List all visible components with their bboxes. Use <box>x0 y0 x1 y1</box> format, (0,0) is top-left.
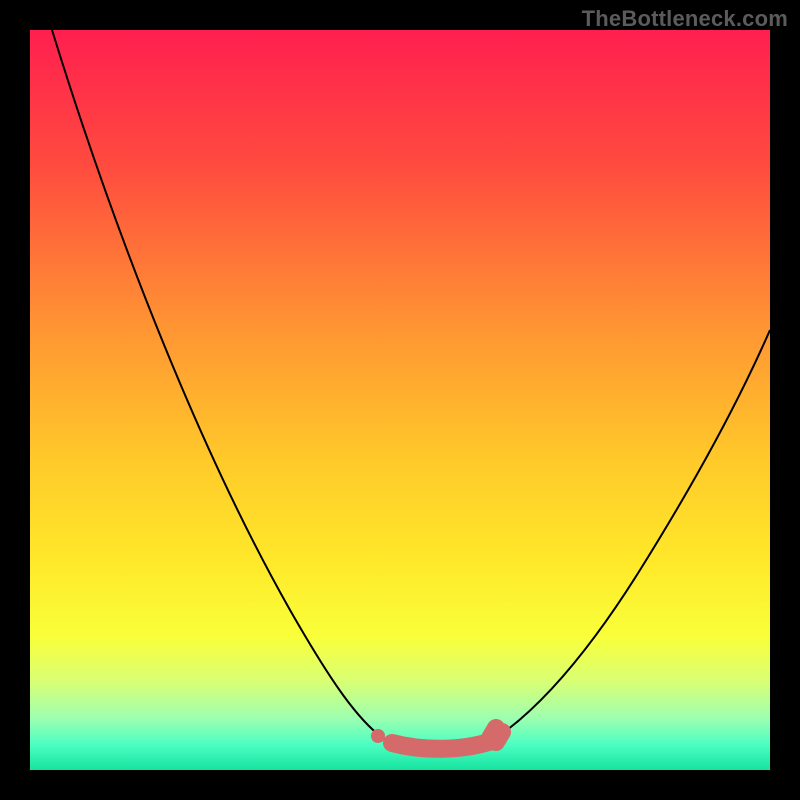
valley-highlight-stroke <box>392 741 492 749</box>
bottleneck-curve-right <box>490 330 770 742</box>
bottleneck-curve-left <box>52 30 390 743</box>
watermark-text: TheBottleneck.com <box>582 6 788 32</box>
valley-highlight-spur <box>490 728 502 742</box>
curve-layer <box>30 30 770 770</box>
plot-area <box>30 30 770 770</box>
valley-highlight-dot <box>371 729 385 743</box>
